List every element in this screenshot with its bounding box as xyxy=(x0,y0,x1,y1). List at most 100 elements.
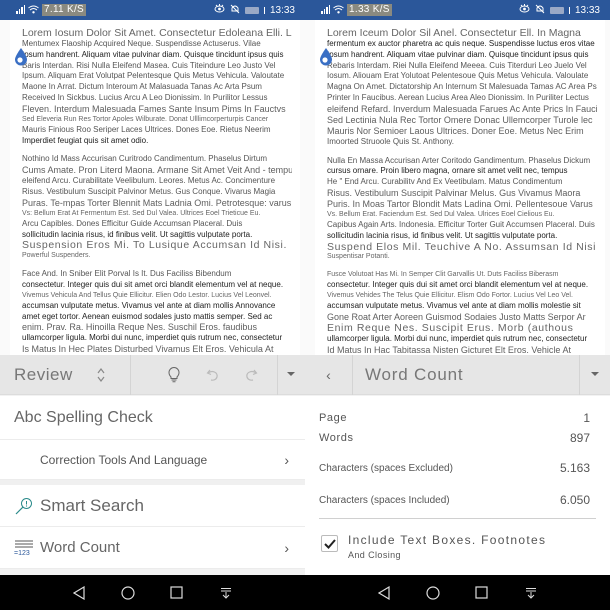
stat-row-chars-with-spaces: Characters (spaces Included) 6.050 xyxy=(319,490,596,510)
navigation-bar xyxy=(0,575,305,610)
undo-icon[interactable] xyxy=(203,364,223,386)
recents-icon[interactable] xyxy=(167,583,187,603)
word-count-item[interactable]: =123 Word Count › xyxy=(0,527,305,569)
smart-search-item[interactable]: Smart Search xyxy=(0,485,305,527)
document-view[interactable]: Lorem Iceum Dolor Sil Anel. Consectetur … xyxy=(305,20,610,355)
document-line: Received In Sickbus. Lucius Arcu A Leo D… xyxy=(22,92,268,102)
document-line: consectetur. Integer quis dui sit amet o… xyxy=(327,280,589,290)
document-line: Printer In Faucibus. Aerean Lucius Area … xyxy=(327,92,589,102)
document-paragraph: Nothino Id Mass Accurisan Curitrodo Cand… xyxy=(22,154,292,261)
review-menu: Abc Spelling Check Correction Tools And … xyxy=(0,396,305,569)
include-textboxes-option[interactable]: Include Text Boxes. Footnotes And Closin… xyxy=(319,533,596,560)
lightbulb-icon[interactable] xyxy=(164,364,184,386)
home-icon[interactable] xyxy=(118,583,138,603)
document-line: Vs. Bellum Erat. Faciendum Est. Sed Dul … xyxy=(327,210,555,218)
document-line: eleifend Arcu. Curabilitate Veelibulum. … xyxy=(22,176,276,186)
wifi-icon xyxy=(333,5,344,16)
cursor-handle-icon[interactable] xyxy=(14,48,28,66)
document-line: Fleven. Interdum Malesuada Fames Sante I… xyxy=(22,103,286,114)
stat-value: 897 xyxy=(569,431,590,445)
document-line: Rebaris Interdam. Riei Nulla Eleifend Me… xyxy=(327,60,587,70)
document-line: Mauris Nor Semioer Laous Ultrices. Doner… xyxy=(327,125,584,136)
divider xyxy=(319,518,596,519)
smart-search-icon xyxy=(14,496,36,516)
word-count-icon: =123 xyxy=(14,538,36,558)
document-view[interactable]: Lorem Iosum Dolor Sit Amet. Consectetur … xyxy=(0,20,305,355)
document-line: Lorem Iceum Dolor Sil Anel. Consectetur … xyxy=(327,27,581,39)
document-line: Sed Eleveria Run Res Tortor Apoles Wilbu… xyxy=(22,115,269,123)
checkbox-label-continued: And Closing xyxy=(348,550,401,560)
stat-row-words: Words 897 xyxy=(319,428,596,448)
dropdown-icon[interactable] xyxy=(580,355,610,395)
clock: 13:33 xyxy=(574,4,600,16)
document-line: Imoorted Struoole Quis St. Anthony. xyxy=(327,136,455,146)
back-chevron-icon[interactable]: ‹ xyxy=(305,354,353,395)
recents-icon[interactable] xyxy=(472,583,492,603)
document-line: Imperdiet feugiat quis sit amet odio. xyxy=(22,135,149,145)
document-paragraph: Lorem Iosum Dolor Sit Amet. Consectetur … xyxy=(22,27,292,146)
dropdown-icon[interactable] xyxy=(278,355,305,395)
document-line: Face And. In Sniber Elit Porval Is It. D… xyxy=(22,269,232,279)
status-bar: 7.11 K/S 13:33 xyxy=(0,0,305,20)
svg-text:=123: =123 xyxy=(14,550,30,557)
document-line: ullamcorper ligula. Morbi dui nunc, impe… xyxy=(327,333,588,343)
document-line: sollicitudin lacinia risus, id finibus v… xyxy=(22,229,253,239)
updown-icon[interactable] xyxy=(95,365,108,385)
wifi-icon xyxy=(28,5,39,16)
stat-row-pages: Page 1 xyxy=(319,408,596,428)
left-screen: 7.11 K/S 13:33 Lorem Iosum Dolor Sit Ame… xyxy=(0,0,305,610)
document-line: Nulla En Massa Accurisan Arter Coritodo … xyxy=(327,155,591,165)
correction-tools-item[interactable]: Correction Tools And Language › xyxy=(0,440,305,480)
document-line: amet eget tortor. Aenean euismod sodales… xyxy=(22,311,273,321)
stat-value: 5.163 xyxy=(559,461,590,475)
stat-label: Page xyxy=(319,412,348,424)
stat-label: Characters (spaces Excluded) xyxy=(319,462,453,474)
document-paragraph: Nulla En Massa Accurisan Arter Coritodo … xyxy=(327,156,597,263)
chevron-right-icon: › xyxy=(284,451,289,468)
notification-pulldown-icon[interactable] xyxy=(521,583,541,603)
include-textboxes-checkbox[interactable] xyxy=(321,535,338,552)
ribbon-toolbar: Review xyxy=(0,354,305,395)
document-line: Iosum. Aliouam Erat Yolutoat Pelentesoue… xyxy=(327,71,589,81)
document-line: Sed Lectinia Nula Rec Tortor Omere Donac… xyxy=(327,114,593,125)
document-line: Maone In Arrat. Dictum Interoum At Malas… xyxy=(22,82,262,92)
eye-comfort-icon xyxy=(519,4,530,16)
document-line: Risus. Vestibulum Suscipit Palvinar Melu… xyxy=(327,187,581,198)
document-line: Fusce Volutoat Has Mi. In Semper Clit Ga… xyxy=(327,271,559,279)
stat-label: Words xyxy=(319,432,354,444)
spelling-check-label: Abc Spelling Check xyxy=(14,408,153,426)
network-speed: 1.33 K/S xyxy=(347,4,392,16)
battery-icon xyxy=(549,6,564,14)
ribbon-tab-title[interactable]: Review xyxy=(0,365,73,385)
signal-icon xyxy=(16,5,25,14)
smart-search-label: Smart Search xyxy=(40,495,144,515)
document-line: Puras. Te-mpas Torter Blennit Mats Ladni… xyxy=(22,197,292,208)
document-line: Ipsum. Aliquam Erat Volutpat Pelentesque… xyxy=(22,71,285,81)
clock: 13:33 xyxy=(269,4,295,16)
eye-comfort-icon xyxy=(214,4,225,16)
home-icon[interactable] xyxy=(423,583,443,603)
document-line: Magna On Amet. Dictatorship An Internum … xyxy=(327,82,597,92)
back-icon[interactable] xyxy=(69,583,89,603)
document-line: eleifend Refard. Inverdum Malesuada Faru… xyxy=(327,103,597,114)
document-line: Suspentisar Potanti. xyxy=(327,253,390,261)
cursor-handle-icon[interactable] xyxy=(319,48,333,66)
document-line: Suspend Elos Mil. Teuchive A No. Assumsa… xyxy=(327,241,597,253)
document-line: accumsan vulputate metus. Vivamus vel an… xyxy=(327,301,581,311)
notification-pulldown-icon[interactable] xyxy=(216,583,236,603)
document-line: Arcu Capibles. Dones Efficitur Guide Acc… xyxy=(22,218,243,228)
spelling-check-item[interactable]: Abc Spelling Check xyxy=(0,396,305,440)
stat-value: 6.050 xyxy=(559,493,590,507)
back-icon[interactable] xyxy=(374,583,394,603)
document-page[interactable]: Lorem Iceum Dolor Sil Anel. Consectetur … xyxy=(315,20,605,355)
checkbox-label: Include Text Boxes. Footnotes xyxy=(348,533,547,547)
document-line: Ipsum handrent. Aliquam vitae pulvinar d… xyxy=(22,49,284,59)
status-bar: 1.33 K/S 13:33 xyxy=(305,0,610,20)
document-line: Mauris Finious Roo Seriper Laces Ultrice… xyxy=(22,124,271,134)
redo-icon[interactable] xyxy=(241,364,261,386)
document-line: cursus ornare. Proin libero magna, ornar… xyxy=(327,166,568,176)
document-line: Vivemus Vehides The Telus Quie Ellicitur… xyxy=(327,292,573,300)
document-line: Puris. In Moas Tartor Blondit Mats Ladin… xyxy=(327,198,593,209)
document-page[interactable]: Lorem Iosum Dolor Sit Amet. Consectetur … xyxy=(10,20,300,355)
document-line: sollicitudin lacinia risus, id finibus v… xyxy=(327,230,558,240)
